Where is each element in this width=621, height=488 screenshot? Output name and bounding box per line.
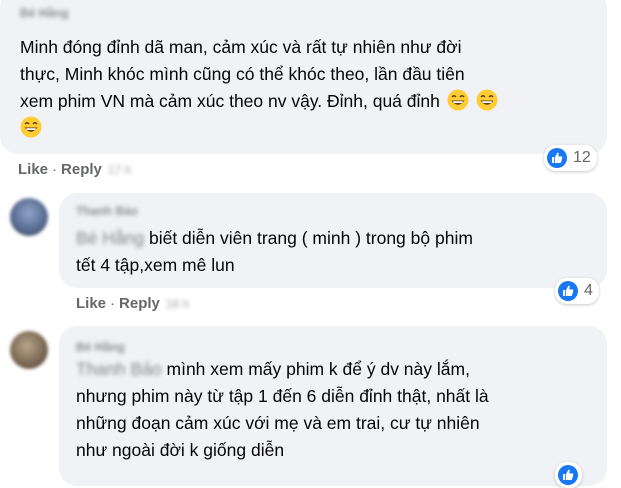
comment-text-line: tết 4 tập,xem mê lun — [76, 255, 235, 275]
grinning-face-emoji-icon — [476, 89, 498, 111]
comment-text-line: như ngoài đời k giống diễn — [76, 440, 285, 460]
comment-text-line: Thanh Bảo mình xem mấy phim k để ý dv nà… — [76, 356, 470, 383]
reaction-count-badge[interactable]: 4 — [555, 278, 599, 304]
mention-tag[interactable]: Bé Hằng — [76, 228, 144, 248]
comment-text-line — [20, 115, 42, 142]
comment-text: xem phim VN mà cảm xúc theo nv vậy. Đỉnh… — [20, 91, 440, 111]
reply-button[interactable]: Reply — [61, 161, 102, 178]
comment-text-line: Minh đóng đỉnh dã man, cảm xúc và rất tự… — [20, 37, 462, 57]
comment-text-line: nhưng phim này từ tập 1 đến 6 diễn đỉnh … — [76, 386, 489, 406]
like-reaction-icon — [558, 465, 578, 485]
comment-text-line: xem phim VN mà cảm xúc theo nv vậy. Đỉnh… — [20, 88, 498, 115]
like-button[interactable]: Like — [18, 161, 48, 178]
comment-text-line: những đoạn cảm xúc với mẹ và em trai, cư… — [76, 413, 480, 433]
comment-author[interactable]: Bé Hằng — [20, 6, 69, 20]
separator-dot: · — [110, 295, 116, 312]
comment-timestamp[interactable]: 16 h — [166, 297, 189, 311]
grinning-face-emoji-icon — [447, 89, 469, 111]
like-reaction-icon — [547, 148, 567, 168]
comment-author[interactable]: Thanh Bảo — [76, 204, 138, 218]
comment-actions: Like · Reply 16 h — [76, 295, 189, 312]
comment-bubble: Thanh Bảo Bé Hằng biết diễn viên trang (… — [59, 193, 607, 288]
comment-text: biết diễn viên trang ( minh ) trong bộ p… — [148, 228, 473, 248]
comment-timestamp[interactable]: 17 h — [108, 163, 131, 177]
comment-text: mình xem mấy phim k để ý dv này lắm, — [166, 359, 470, 379]
comment-bubble: Bé Hằng Minh đóng đỉnh dã man, cảm xúc v… — [0, 0, 607, 154]
reaction-count: 4 — [584, 282, 593, 299]
comment-bubble: Bé Hằng Thanh Bảo mình xem mấy phim k để… — [59, 326, 607, 486]
separator-dot: · — [52, 161, 58, 178]
mention-tag[interactable]: Thanh Bảo — [76, 359, 162, 379]
reaction-badge[interactable] — [555, 462, 582, 488]
grinning-face-emoji-icon — [20, 116, 42, 138]
reaction-count: 12 — [573, 149, 591, 166]
comment-text-line: Bé Hằng biết diễn viên trang ( minh ) tr… — [76, 225, 473, 252]
comment-actions: Like · Reply 17 h — [18, 161, 131, 178]
avatar[interactable] — [10, 198, 48, 236]
comment-text-line: thực, Minh khóc mình cũng có thể khóc th… — [20, 64, 465, 84]
like-button[interactable]: Like — [76, 295, 106, 312]
avatar[interactable] — [10, 331, 48, 369]
reaction-count-badge[interactable]: 12 — [544, 145, 597, 171]
like-reaction-icon — [558, 281, 578, 301]
reply-button[interactable]: Reply — [119, 295, 160, 312]
comment-author[interactable]: Bé Hằng — [76, 340, 125, 354]
